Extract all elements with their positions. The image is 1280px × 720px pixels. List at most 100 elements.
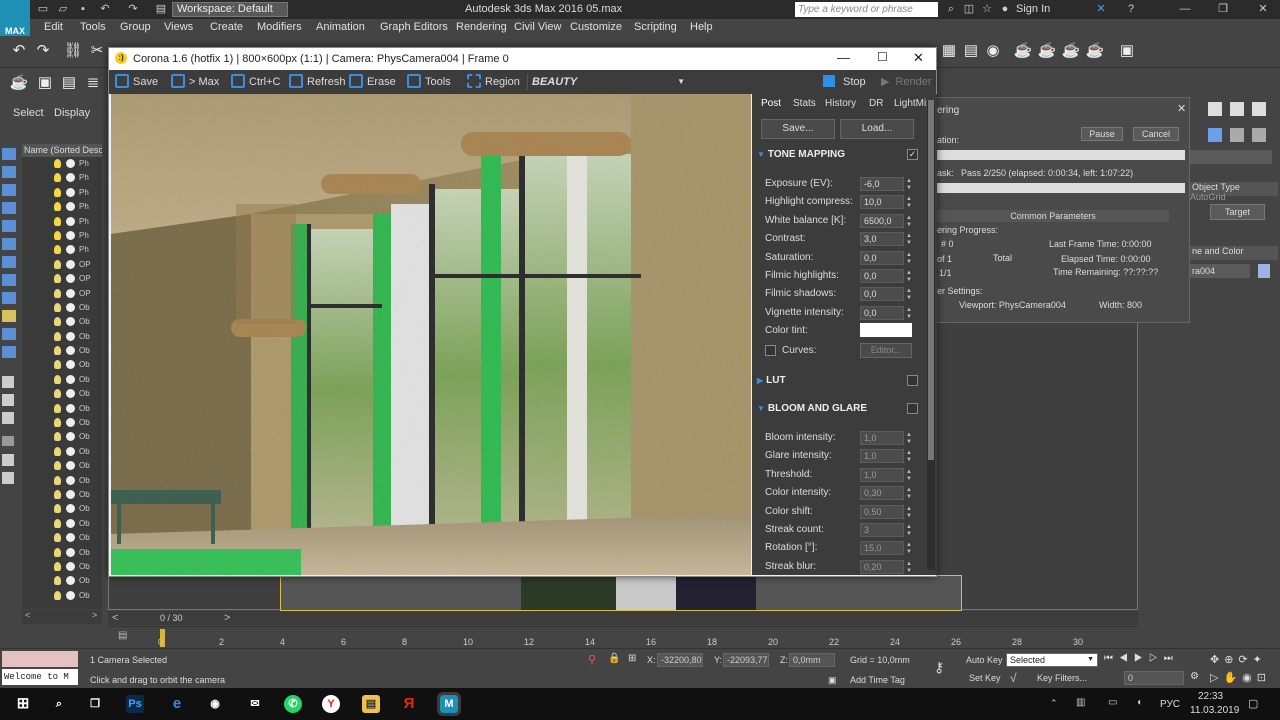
windows-start-icon[interactable]: ⊞ — [14, 695, 32, 713]
filter-cameras-icon[interactable] — [2, 202, 16, 214]
visibility-icon[interactable] — [66, 331, 75, 341]
visibility-icon[interactable] — [66, 418, 75, 428]
network-icon[interactable]: ▥ — [1076, 697, 1085, 708]
bloom-glare-header[interactable]: ▼ BLOOM AND GLARE — [757, 403, 867, 414]
spinner-icon[interactable]: ▲ ▼ — [906, 432, 913, 446]
3ds-max-icon[interactable]: M — [437, 692, 461, 716]
light-bulb-icon[interactable] — [54, 245, 61, 255]
list-item[interactable]: Ob — [22, 531, 102, 545]
spinner-icon[interactable]: ▲ ▼ — [906, 450, 913, 464]
lut-checkbox[interactable] — [907, 375, 918, 386]
light-bulb-icon[interactable] — [54, 504, 61, 514]
visibility-icon[interactable] — [66, 403, 75, 413]
whatsapp-icon[interactable]: ✆ — [284, 695, 302, 713]
search-icon[interactable]: ⌕ — [944, 2, 958, 16]
tab-stats[interactable]: Stats — [793, 98, 816, 109]
project-folder-icon[interactable]: ▤ — [154, 2, 168, 16]
time-tag-icon[interactable]: ▣ — [828, 675, 837, 686]
menu-group[interactable]: Group — [120, 21, 151, 33]
visibility-icon[interactable] — [66, 360, 75, 370]
menu-tools[interactable]: Tools — [80, 21, 106, 33]
open-file-icon[interactable]: ▱ — [56, 2, 70, 16]
common-parameters-rollout[interactable]: Common Parameters — [937, 210, 1169, 222]
new-file-icon[interactable]: ▭ — [36, 2, 50, 16]
yandex-browser-icon[interactable]: Y — [322, 695, 340, 713]
time-slider[interactable]: < 0 / 30 > — [108, 611, 1138, 625]
light-bulb-icon[interactable] — [54, 446, 61, 456]
spinner-icon[interactable]: ▲ ▼ — [906, 487, 913, 501]
spinner-icon[interactable]: ▲ ▼ — [906, 233, 913, 247]
render-production-icon[interactable]: ☕ — [1012, 40, 1034, 62]
search-input[interactable]: Type a keyword or phrase — [795, 2, 938, 17]
lut-header[interactable]: ▶ LUT — [757, 375, 786, 386]
doc-icon[interactable] — [2, 412, 14, 424]
language-indicator[interactable]: РУС — [1160, 699, 1180, 710]
param-value-field[interactable]: -6,0 — [860, 177, 904, 191]
visibility-icon[interactable] — [66, 547, 75, 557]
material-editor-icon[interactable]: ▦ — [938, 40, 960, 62]
image-icon[interactable]: ▣ — [34, 72, 56, 94]
param-value-field[interactable]: 0,30 — [860, 486, 904, 501]
light-bulb-icon[interactable] — [54, 216, 61, 226]
list-item[interactable]: Ob — [22, 315, 102, 329]
filter-shapes-icon[interactable] — [2, 166, 16, 178]
spinner-icon[interactable]: ▲ ▼ — [906, 542, 913, 556]
playback-controls[interactable]: ⏮◀▶▷⏭ — [1104, 653, 1179, 664]
add-time-tag[interactable]: Add Time Tag — [850, 675, 905, 685]
key-icon[interactable]: ⚷ — [934, 659, 944, 676]
restore-icon[interactable]: ❐ — [1216, 2, 1230, 16]
undo-icon[interactable]: ↶ — [8, 40, 30, 62]
yandex-icon[interactable]: Я — [400, 695, 418, 713]
light-bulb-icon[interactable] — [54, 590, 61, 600]
maxscript-output[interactable]: Welcome to M — [2, 669, 78, 685]
clock-time[interactable]: 22:33 — [1198, 691, 1223, 702]
create-tab-icon[interactable] — [1208, 102, 1222, 116]
visibility-icon[interactable] — [66, 489, 75, 499]
tab-dr[interactable]: DR — [869, 98, 883, 109]
cancel-button[interactable]: Cancel — [1133, 127, 1179, 141]
color-tint-swatch[interactable] — [860, 323, 912, 337]
menu-civil-view[interactable]: Civil View — [514, 21, 561, 33]
copy-button[interactable]: Ctrl+C — [231, 74, 280, 90]
systems-category-icon[interactable] — [1252, 128, 1266, 142]
category-dropdown[interactable] — [1190, 150, 1272, 164]
filter-groups-icon[interactable] — [2, 256, 16, 268]
list-item[interactable]: OP — [22, 258, 102, 272]
filter-helpers-icon[interactable] — [2, 220, 16, 232]
list-item[interactable]: Ob — [22, 474, 102, 488]
cameras-category-icon[interactable] — [1208, 128, 1222, 142]
list-item[interactable]: Ob — [22, 373, 102, 387]
spinner-icon[interactable]: ▲ ▼ — [906, 469, 913, 483]
list-header[interactable]: Name (Sorted Descending) — [22, 144, 102, 157]
menu-modifiers[interactable]: Modifiers — [257, 21, 302, 33]
stop-button[interactable]: Stop — [823, 74, 866, 90]
camera-icon[interactable]: ◉ — [206, 695, 224, 713]
list-item[interactable]: Ph — [22, 215, 102, 229]
param-value-field[interactable]: 0,0 — [860, 250, 904, 265]
param-value-field[interactable]: 1,0 — [860, 449, 904, 464]
edge-icon[interactable]: e — [168, 695, 186, 713]
param-value-field[interactable]: 15,0 — [860, 541, 904, 556]
list-item[interactable]: Ob — [22, 402, 102, 416]
link-icon[interactable]: ⛓ — [62, 40, 84, 62]
z-coordinate-field[interactable]: 0,0mm — [789, 653, 835, 667]
menu-views[interactable]: Views — [164, 21, 193, 33]
visibility-icon[interactable] — [66, 159, 75, 168]
visibility-icon[interactable] — [66, 317, 75, 327]
visibility-icon[interactable] — [66, 561, 75, 571]
hierarchy-tab-icon[interactable] — [1252, 102, 1266, 116]
timeline-settings-icon[interactable]: ▤ — [118, 630, 132, 642]
menu-customize[interactable]: Customize — [570, 21, 622, 33]
light-bulb-icon[interactable] — [54, 374, 61, 384]
spinner-icon[interactable]: ▲ ▼ — [906, 524, 913, 538]
render-frame-icon[interactable]: ◉ — [982, 40, 1004, 62]
transform-mode-icon[interactable]: ⊞ — [628, 653, 636, 664]
slider-next-icon[interactable]: > — [224, 612, 230, 624]
save-preset-button[interactable]: Save... — [761, 119, 835, 139]
filter-none-icon[interactable] — [2, 328, 16, 340]
doc-icon[interactable] — [2, 394, 14, 406]
list-item[interactable]: Ph — [22, 229, 102, 243]
list-item[interactable]: Ob — [22, 430, 102, 444]
light-bulb-icon[interactable] — [54, 561, 61, 571]
tab-lightmix[interactable]: LightMix — [894, 98, 931, 109]
